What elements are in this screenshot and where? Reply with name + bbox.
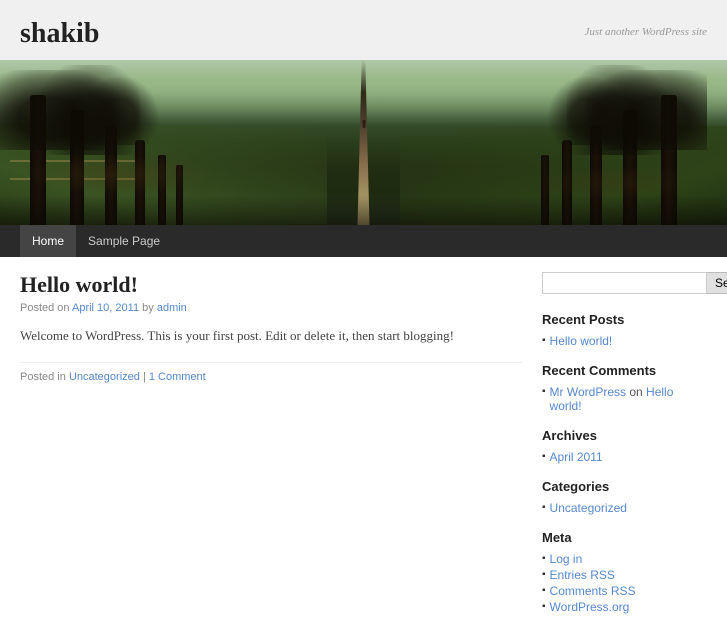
meta-link-wordpress[interactable]: WordPress.org bbox=[550, 600, 630, 614]
list-item: Log in bbox=[542, 551, 707, 567]
comment-on-label: on bbox=[629, 385, 646, 399]
list-item: WordPress.org bbox=[542, 599, 707, 615]
comment-author[interactable]: Mr WordPress bbox=[550, 385, 626, 399]
list-item: Entries RSS bbox=[542, 567, 707, 583]
archive-link[interactable]: April 2011 bbox=[550, 450, 603, 464]
recent-posts-heading: Recent Posts bbox=[542, 312, 707, 327]
post-meta: Posted on April 10, 2011 by admin bbox=[20, 302, 522, 314]
site-title: shakib bbox=[20, 18, 99, 50]
post-comments[interactable]: 1 Comment bbox=[149, 371, 206, 383]
archives-list: April 2011 bbox=[542, 449, 707, 465]
meta-list: Log in Entries RSS Comments RSS WordPres… bbox=[542, 551, 707, 615]
search-button[interactable]: Search bbox=[707, 272, 727, 294]
list-item: Hello world! bbox=[542, 333, 707, 349]
recent-posts-list: Hello world! bbox=[542, 333, 707, 349]
post-category[interactable]: Uncategorized bbox=[69, 371, 140, 383]
main-content: Hello world! Posted on April 10, 2011 by… bbox=[20, 272, 522, 629]
meta-link-entries-rss[interactable]: Entries RSS bbox=[550, 568, 615, 582]
post-date[interactable]: April 10, 2011 bbox=[72, 302, 139, 314]
categories-list: Uncategorized bbox=[542, 500, 707, 516]
categories-heading: Categories bbox=[542, 479, 707, 494]
meta-widget: Meta Log in Entries RSS Comments RSS Wor… bbox=[542, 530, 707, 615]
meta-link-comments-rss[interactable]: Comments RSS bbox=[550, 584, 636, 598]
post-title: Hello world! bbox=[20, 272, 522, 298]
post-author[interactable]: admin bbox=[157, 302, 187, 314]
posted-in-label: Posted in bbox=[20, 371, 66, 383]
recent-post-link[interactable]: Hello world! bbox=[550, 334, 613, 348]
recent-comments-widget: Recent Comments Mr WordPress on Hello wo… bbox=[542, 363, 707, 414]
categories-widget: Categories Uncategorized bbox=[542, 479, 707, 516]
search-widget: Search bbox=[542, 272, 707, 294]
archives-heading: Archives bbox=[542, 428, 707, 443]
post: Hello world! Posted on April 10, 2011 by… bbox=[20, 272, 522, 383]
list-item: Comments RSS bbox=[542, 583, 707, 599]
hero-image bbox=[0, 60, 727, 225]
nav-bar: Home Sample Page bbox=[0, 225, 727, 257]
recent-comments-heading: Recent Comments bbox=[542, 363, 707, 378]
search-input[interactable] bbox=[542, 272, 707, 294]
list-item: Uncategorized bbox=[542, 500, 707, 516]
posted-on-label: Posted on bbox=[20, 302, 70, 314]
nav-item-home[interactable]: Home bbox=[20, 225, 76, 257]
recent-posts-widget: Recent Posts Hello world! bbox=[542, 312, 707, 349]
archives-widget: Archives April 2011 bbox=[542, 428, 707, 465]
nav-item-sample-page[interactable]: Sample Page bbox=[76, 225, 172, 257]
sidebar: Search Recent Posts Hello world! Recent … bbox=[542, 272, 707, 629]
by-label: by bbox=[142, 302, 157, 314]
meta-heading: Meta bbox=[542, 530, 707, 545]
recent-comments-list: Mr WordPress on Hello world! bbox=[542, 384, 707, 414]
nav-link-home[interactable]: Home bbox=[20, 225, 76, 257]
category-link[interactable]: Uncategorized bbox=[550, 501, 627, 515]
post-footer: Posted in Uncategorized | 1 Comment bbox=[20, 362, 522, 383]
list-item: April 2011 bbox=[542, 449, 707, 465]
list-item: Mr WordPress on Hello world! bbox=[542, 384, 707, 414]
nav-link-sample-page[interactable]: Sample Page bbox=[76, 225, 172, 257]
meta-link-login[interactable]: Log in bbox=[550, 552, 583, 566]
post-content: Welcome to WordPress. This is your first… bbox=[20, 326, 522, 347]
site-tagline: Just another WordPress site bbox=[584, 26, 707, 38]
